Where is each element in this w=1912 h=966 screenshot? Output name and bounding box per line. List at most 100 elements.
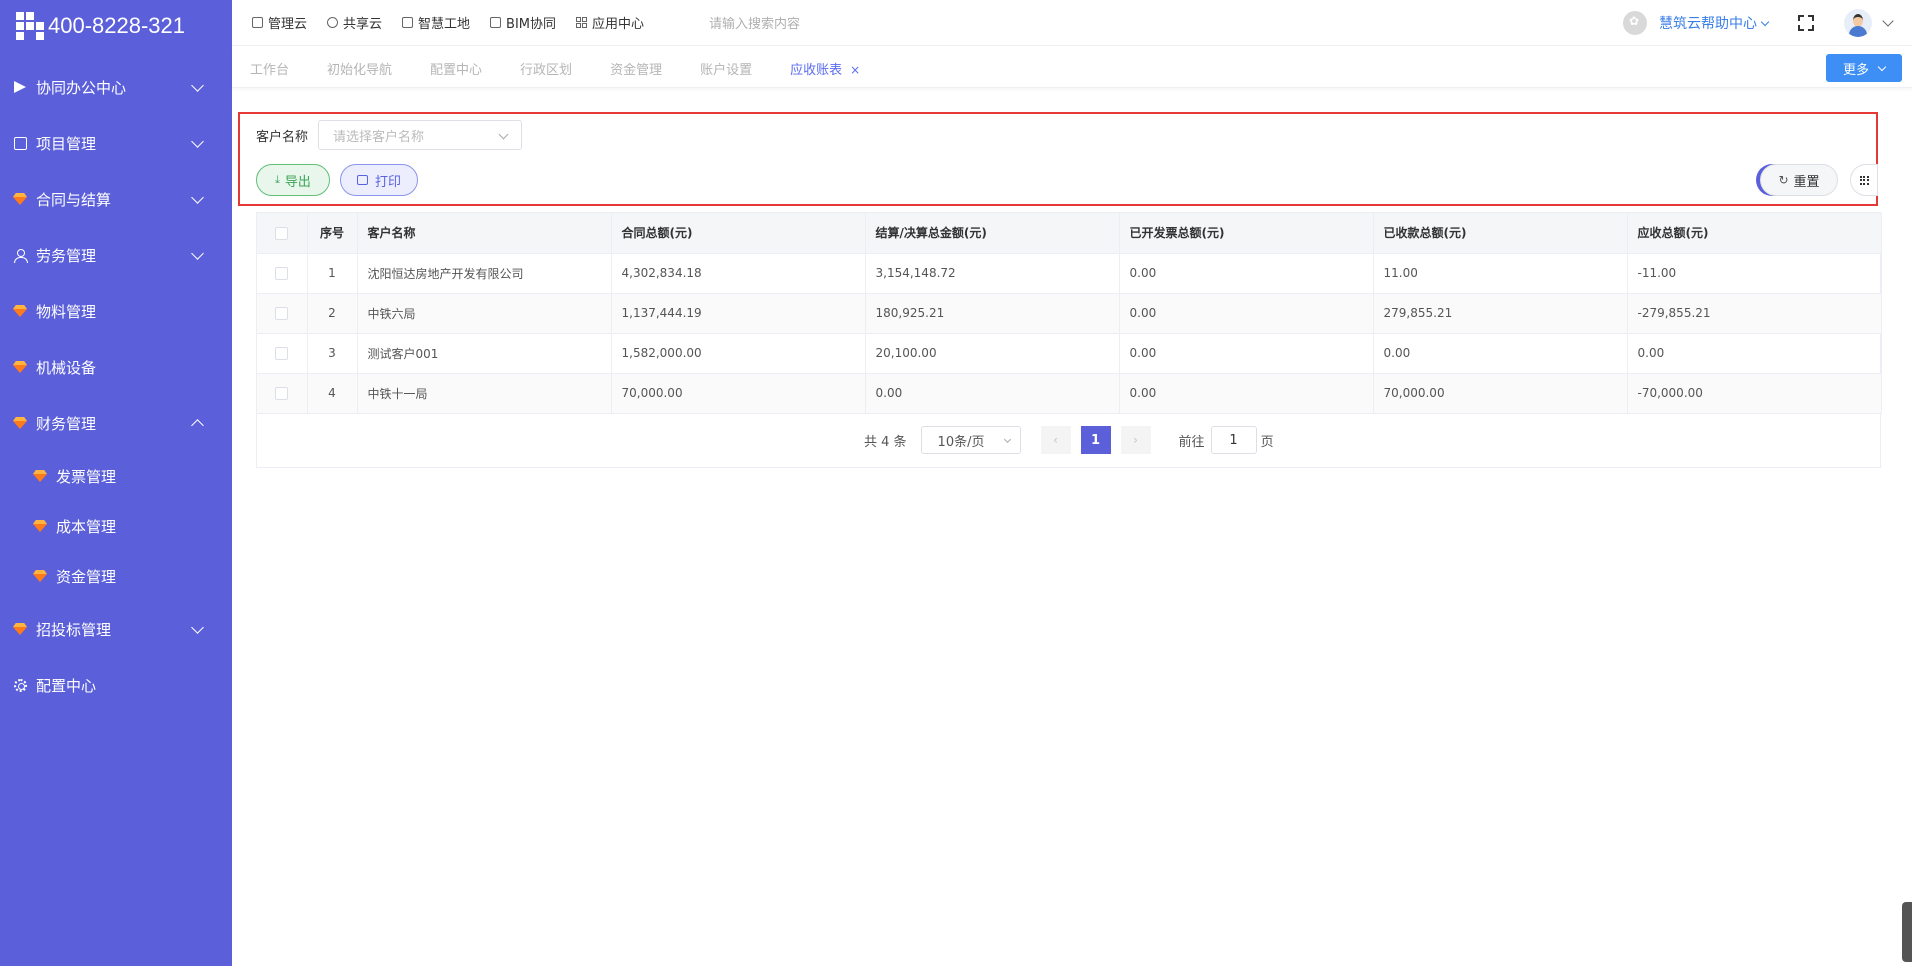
gem-icon (12, 415, 28, 431)
chevron-down-icon (191, 620, 204, 634)
gem-icon (32, 568, 48, 584)
table-cell: 测试客户001 (357, 333, 612, 374)
reset-label: 重置 (1793, 174, 1820, 190)
row-checkbox[interactable] (275, 347, 289, 360)
table-cell: 279,855.21 (1373, 293, 1628, 334)
table-row[interactable]: 3 测试客户001 1,582,000.00 20,100.00 0.00 0.… (257, 333, 1882, 374)
table-cell: -70,000.00 (1627, 373, 1882, 414)
tab-init-nav[interactable]: 初始化导航 (327, 59, 392, 78)
chevron-down-icon (1760, 17, 1770, 27)
grid-icon (576, 17, 588, 28)
table-cell: 4 (307, 373, 358, 414)
prev-page-button[interactable]: ‹ (1040, 426, 1071, 454)
pagination: 共 4 条 10条/页 ‹ 1 › 前往 页 (864, 424, 1274, 456)
fullscreen-icon[interactable] (1798, 15, 1814, 31)
export-button[interactable]: ⤓ 导出 (256, 164, 330, 196)
avatar[interactable] (1844, 9, 1872, 37)
column-header: 合同总额(元) (611, 213, 866, 254)
topnav-label: 共享云 (343, 17, 383, 32)
page-size-select[interactable]: 10条/页 (920, 426, 1021, 454)
tab-config[interactable]: 配置中心 (430, 59, 482, 78)
book-icon (252, 17, 263, 28)
chevron-down-icon (191, 134, 204, 148)
topnav-bim[interactable]: BIM协同 (490, 13, 556, 32)
table-cell: 0.00 (865, 373, 1120, 414)
topnav-shared-cloud[interactable]: 共享云 (327, 13, 382, 32)
select-all-checkbox[interactable] (275, 226, 289, 240)
more-button[interactable]: 更多 (1826, 54, 1902, 82)
logo-icon (16, 12, 44, 40)
sidebar-item-projects[interactable]: 项目管理 (0, 115, 232, 171)
page-number-current[interactable]: 1 (1080, 426, 1111, 454)
table-row[interactable]: 2 中铁六局 1,137,444.19 180,925.21 0.00 279,… (257, 293, 1882, 334)
sidebar-item-costs[interactable]: 成本管理 (0, 501, 232, 551)
chevron-down-icon (1877, 62, 1887, 71)
cloud-icon (327, 17, 339, 28)
next-page-button[interactable]: › (1120, 426, 1151, 454)
column-settings-button[interactable] (1850, 164, 1878, 196)
sidebar-item-collab[interactable]: 协同办公中心 (0, 59, 232, 115)
table-cell: 1,137,444.19 (611, 293, 866, 334)
table-row[interactable]: 4 中铁十一局 70,000.00 0.00 0.00 70,000.00 -7… (257, 373, 1882, 414)
sidebar-item-label: 发票管理 (56, 467, 117, 486)
sidebar-item-label: 项目管理 (36, 134, 97, 153)
grid-icon (1859, 175, 1869, 185)
topnav-app-center[interactable]: 应用中心 (576, 13, 644, 32)
print-button[interactable]: 打印 (340, 164, 418, 196)
row-select-cell (257, 293, 308, 334)
table-cell: 11.00 (1373, 253, 1628, 294)
sidebar-item-materials[interactable]: 物料管理 (0, 283, 232, 339)
table-row[interactable]: 1 沈阳恒达房地产开发有限公司 4,302,834.18 3,154,148.7… (257, 253, 1882, 294)
table-cell: 中铁十一局 (357, 373, 612, 414)
topnav-smart-site[interactable]: 智慧工地 (402, 13, 470, 32)
customer-select[interactable]: 请选择客户名称 (318, 120, 523, 150)
close-icon[interactable]: × (850, 63, 860, 77)
column-header: 客户名称 (357, 213, 612, 254)
tab-receivables[interactable]: 应收账表 × (790, 59, 860, 78)
gem-icon (12, 191, 28, 207)
sidebar-item-contracts[interactable]: 合同与结算 (0, 171, 232, 227)
sidebar-item-labor[interactable]: 劳务管理 (0, 227, 232, 283)
row-checkbox[interactable] (275, 387, 289, 400)
table-cell: -279,855.21 (1627, 293, 1882, 334)
side-widget-handle[interactable] (1902, 902, 1912, 962)
gem-icon (12, 359, 28, 375)
column-header: 序号 (307, 213, 358, 254)
row-checkbox[interactable] (275, 267, 289, 280)
table-cell: 2 (307, 293, 358, 334)
topnav-management-cloud[interactable]: 管理云 (252, 13, 307, 32)
tab-admin-division[interactable]: 行政区划 (520, 59, 572, 78)
sidebar-item-machinery[interactable]: 机械设备 (0, 339, 232, 395)
chevron-down-icon (191, 78, 204, 92)
global-search-input[interactable]: 请输入搜索内容 (709, 13, 909, 32)
table-cell: 中铁六局 (357, 293, 612, 334)
sidebar-item-finance[interactable]: 财务管理 (0, 395, 232, 451)
chevron-down-icon[interactable] (1882, 15, 1894, 27)
tab-workbench[interactable]: 工作台 (250, 59, 289, 78)
goto-page-input[interactable] (1210, 426, 1257, 454)
tab-funds[interactable]: 资金管理 (610, 59, 662, 78)
tab-account-settings[interactable]: 账户设置 (700, 59, 752, 78)
sidebar-item-funds[interactable]: 资金管理 (0, 551, 232, 601)
folder-icon (490, 17, 502, 28)
row-checkbox[interactable] (275, 307, 289, 320)
goto-label: 前往 (1178, 434, 1205, 450)
table-cell: 0.00 (1119, 253, 1374, 294)
gear-icon (12, 677, 28, 693)
sidebar-item-config[interactable]: 配置中心 (0, 657, 232, 713)
print-label: 打印 (374, 174, 401, 190)
sidebar-item-label: 配置中心 (36, 676, 97, 695)
table-cell: 0.00 (1119, 293, 1374, 334)
table-cell: 1 (307, 253, 358, 294)
sidebar-item-label: 财务管理 (36, 414, 97, 433)
column-header: 已开发票总额(元) (1119, 213, 1374, 254)
sidebar-item-invoices[interactable]: 发票管理 (0, 451, 232, 501)
column-header: 结算/决算总金额(元) (865, 213, 1120, 254)
reset-button[interactable]: ↻ 重置 (1760, 164, 1838, 196)
sidebar-item-bidding[interactable]: 招投标管理 (0, 601, 232, 657)
printer-icon (356, 175, 368, 185)
row-select-cell (257, 253, 308, 294)
brand[interactable]: 400-8228-321 (0, 0, 232, 52)
sidebar-item-label: 协同办公中心 (36, 78, 127, 97)
help-center-link[interactable]: 慧筑云帮助中心 (1659, 13, 1770, 33)
